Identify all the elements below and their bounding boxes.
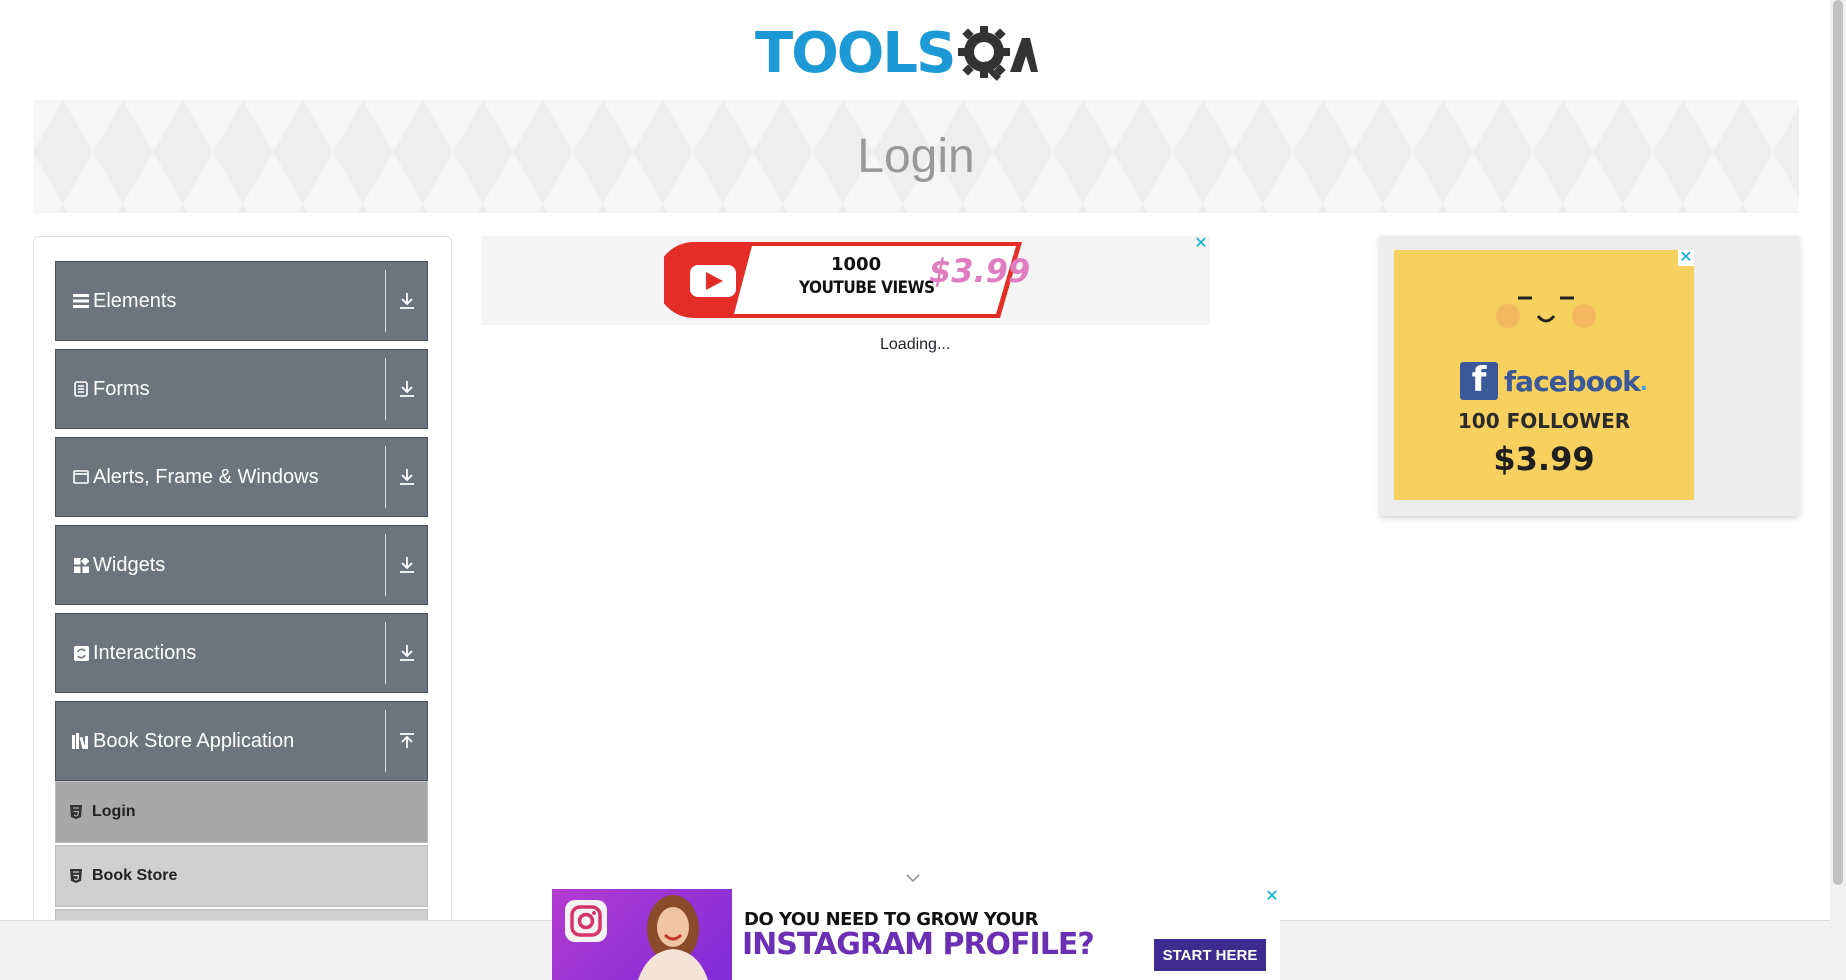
- gear-magnifier-logo-icon: [958, 26, 1039, 81]
- loading-text: Loading...: [880, 336, 951, 353]
- document-icon: [72, 380, 90, 398]
- start-here-button[interactable]: START HERE: [1154, 939, 1266, 971]
- bars-icon: [72, 292, 90, 310]
- facebook-follower-ad[interactable]: f facebook . 100 FOLLOWER $3.99 ✕: [1394, 250, 1694, 500]
- close-icon[interactable]: ✕: [1678, 250, 1694, 266]
- toolsqa-logo[interactable]: TOOLS: [755, 16, 1080, 91]
- expand-down-icon[interactable]: [386, 350, 427, 428]
- sidebar-group-label: Widgets: [93, 553, 166, 576]
- sidebar-item-login[interactable]: Login: [55, 781, 428, 843]
- woman-photo: [638, 895, 708, 980]
- ad-price: $3.99: [929, 252, 1031, 290]
- window-icon: [72, 468, 90, 486]
- expand-down-icon[interactable]: [386, 526, 427, 604]
- page: TOOLS Login Elements Forms Alerts, Frame…: [0, 0, 1846, 980]
- collapse-up-icon[interactable]: [386, 702, 427, 780]
- sidebar-group-label: Book Store Application: [93, 729, 295, 752]
- instagram-icon: [565, 900, 607, 942]
- interactions-icon: [72, 644, 90, 662]
- close-icon[interactable]: ✕: [1264, 889, 1280, 905]
- page-title: Login: [857, 130, 975, 183]
- scrollbar-thumb[interactable]: [1833, 0, 1843, 885]
- facebook-brand-row: f facebook .: [1460, 362, 1648, 400]
- ad-line2: YOUTUBE VIEWS: [799, 278, 935, 298]
- ad-subheadline: INSTAGRAM PROFILE?: [742, 927, 1095, 962]
- sidebar-item-label: Book Store: [92, 867, 178, 884]
- html5-icon: [70, 869, 84, 883]
- sidebar-group-label: Interactions: [93, 641, 197, 664]
- sidebar-group-forms[interactable]: Forms: [55, 349, 428, 429]
- facebook-icon: f: [1460, 362, 1498, 400]
- html5-icon: [70, 805, 84, 819]
- widgets-icon: [72, 556, 90, 574]
- ad-line1: 1000: [831, 254, 882, 275]
- ad-price: $3.99: [1493, 440, 1595, 478]
- logo-wordmark: TOOLS: [755, 20, 956, 86]
- sidebar-menu: Elements Forms Alerts, Frame & Windows W…: [33, 236, 452, 980]
- books-icon: [72, 732, 90, 750]
- sidebar-item-book-store[interactable]: Book Store: [55, 845, 428, 907]
- page-scrollbar[interactable]: [1830, 0, 1846, 980]
- close-icon[interactable]: ✕: [1193, 236, 1209, 252]
- sidebar-group-label: Alerts, Frame & Windows: [93, 465, 319, 488]
- sidebar-group-interactions[interactable]: Interactions: [55, 613, 428, 693]
- expand-down-icon[interactable]: [386, 614, 427, 692]
- sidebar-group-label: Forms: [93, 377, 150, 400]
- sidebar-group-elements[interactable]: Elements: [55, 261, 428, 341]
- ad-follower-text: 100 FOLLOWER: [1457, 409, 1631, 433]
- expand-down-icon[interactable]: [386, 438, 427, 516]
- sidebar-group-book-store-application[interactable]: Book Store Application: [55, 701, 428, 781]
- chevron-down-icon[interactable]: [905, 872, 921, 884]
- facebook-dot: .: [1639, 365, 1648, 396]
- page-banner: Login: [33, 100, 1799, 213]
- ad-image-panel: [552, 889, 732, 980]
- sidebar-item-label: Login: [92, 803, 136, 820]
- facebook-wordmark: facebook: [1504, 364, 1641, 398]
- sidebar-group-label: Elements: [93, 289, 177, 312]
- sidebar-group-widgets[interactable]: Widgets: [55, 525, 428, 605]
- youtube-views-ad[interactable]: 1000 YOUTUBE VIEWS $3.99: [481, 236, 1210, 325]
- expand-down-icon[interactable]: [386, 262, 427, 340]
- instagram-growth-ad[interactable]: DO YOU NEED TO GROW YOUR INSTAGRAM PROFI…: [552, 889, 1280, 980]
- sidebar-group-alerts-frame-windows[interactable]: Alerts, Frame & Windows: [55, 437, 428, 517]
- smiley-face-graphic: [1496, 296, 1596, 328]
